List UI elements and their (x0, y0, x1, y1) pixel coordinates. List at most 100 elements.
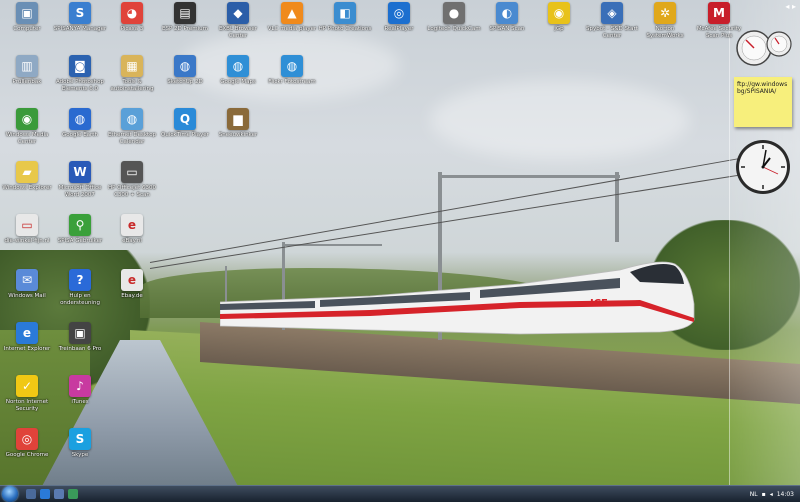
catenary-crossbar (438, 175, 620, 178)
desktop-icon[interactable]: ◕ Picasa 3 (105, 2, 159, 33)
clock[interactable]: 14:03 (777, 491, 794, 498)
hp-photo-icon: ◧ (334, 2, 356, 24)
language-indicator[interactable]: NL (750, 491, 758, 498)
desktop-icon[interactable]: ▲ VLC media player (265, 2, 319, 33)
desktop-icon[interactable]: ◆ EXBL Browser Center (211, 2, 265, 39)
start-button[interactable] (2, 486, 18, 502)
desktop-icon-label: Microsoft Office Word 2007 (58, 185, 102, 198)
desktop-icon[interactable]: ▭ die-winkel-fijn.nl (0, 214, 54, 245)
desktop-icon-label: SPISA Gebruiker (57, 238, 103, 244)
desktop-icon[interactable]: ◍ SketchUp 2D (158, 55, 212, 86)
desktop-icon-label: eBay.nl (122, 238, 142, 244)
desktop-icon[interactable]: ▰ Windows Explorer (0, 161, 54, 192)
desktop-icon-label: HP Officejet 6300 C300 + Scan (107, 185, 157, 198)
skype-icon: S (69, 428, 91, 450)
desktop-icon[interactable]: S SPISANYA Manager (53, 2, 107, 33)
desktop-icon[interactable]: ◎ Google Chrome (0, 428, 54, 459)
desktop-icon[interactable]: ▦ Tools & autoinstallering (105, 55, 159, 92)
search-user-icon: ⚲ (69, 214, 91, 236)
desktop-icon-label: ESP 2D Premium (162, 26, 208, 32)
desktop-icon-label: Picasa 3 (120, 26, 144, 32)
desktop-icon[interactable]: ◈ Spybot - S&D Start Center (585, 2, 639, 39)
desktop-icon[interactable]: e Internet Explorer (0, 322, 54, 353)
desktop-icon[interactable]: ◍ Google Maps (211, 55, 265, 86)
desktop-icon-label: Computer (13, 26, 41, 32)
desktop-icon-label: Prullenbak (12, 79, 42, 85)
ebay-icon: e (121, 214, 143, 236)
desktop-icon-label: Norton SystemWorks (646, 26, 684, 39)
computer-icon: ▣ (16, 2, 38, 24)
desktop-icon[interactable]: e Ebay.de (105, 269, 159, 300)
desktop-icon-label: VLC media player (267, 26, 317, 32)
system-tray: NL ▪ ◂ 14:03 (750, 486, 800, 502)
desktop-icon-label: Windows Media Center (5, 132, 49, 145)
desktop-icon[interactable]: ● Logitech QuickCam (427, 2, 481, 33)
desktop-icon[interactable]: ◍ Google Earth (53, 108, 107, 139)
clock-gadget[interactable] (734, 138, 792, 196)
desktop-icon[interactable]: W Microsoft Office Word 2007 (53, 161, 107, 198)
desktop-icon[interactable]: ◎ RealPlayer (372, 2, 426, 33)
taskbar: NL ▪ ◂ 14:03 (0, 485, 800, 502)
media-center-icon: ◉ (16, 108, 38, 130)
desktop-icon-label: Sneeuwkinker (218, 132, 258, 138)
volume-icon[interactable]: ◂ (770, 491, 773, 498)
desktop-icon[interactable]: ⚲ SPISA Gebruiker (53, 214, 107, 245)
desktop-icon[interactable]: ◉ jGp (532, 2, 586, 33)
desktop-icon[interactable]: ✲ Norton SystemWorks (638, 2, 692, 39)
switch-windows-icon[interactable] (54, 489, 64, 499)
desktop-icon[interactable]: ◙ Adobe Photoshop Elements 6.0 (53, 55, 107, 92)
desktop-icon-label: Google Chrome (5, 452, 49, 458)
desktop-icon-label: Logitech QuickCam (427, 26, 481, 32)
desktop-icon-label: Skype (71, 452, 89, 458)
desktop-icon[interactable]: ▤ ESP 2D Premium (158, 2, 212, 33)
printer-icon: ▭ (121, 161, 143, 183)
desktop-icon[interactable]: ◍ Ethernet Desktop Calendar (105, 108, 159, 145)
desktop-icon-label: Treinbaan 6 Pro (58, 346, 102, 352)
desktop-icon-label: Internet Explorer (3, 346, 51, 352)
ie-quicklaunch-icon[interactable] (40, 489, 50, 499)
windows-mail-icon: ✉ (16, 269, 38, 291)
desktop-icon[interactable]: ▥ Prullenbak (0, 55, 54, 86)
desktop-icon[interactable]: ◉ Windows Media Center (0, 108, 54, 145)
desktop-icon[interactable]: Q QuickTime Player (158, 108, 212, 139)
desktop-icon[interactable]: ▆ Sneeuwkinker (211, 108, 265, 139)
desktop-icon[interactable]: ◍ Flickr Fotostream (265, 55, 319, 86)
desktop-icon[interactable]: ? Hulp en ondersteuning (53, 269, 107, 306)
help-icon: ? (69, 269, 91, 291)
desktop-icon[interactable]: ▭ HP Officejet 6300 C300 + Scan (105, 161, 159, 198)
desktop-icon[interactable]: S Skype (53, 428, 107, 459)
desktop-icon[interactable]: ◐ SPISAN Scan (480, 2, 534, 33)
windows-explorer-icon: ▰ (16, 161, 38, 183)
desktop-icon[interactable]: ♪ iTunes (53, 375, 107, 406)
realplayer-icon: ◎ (388, 2, 410, 24)
browser-center-icon: ◆ (227, 2, 249, 24)
media-player-icon[interactable] (68, 489, 78, 499)
desktop-icon-label: SPISAN Scan (489, 26, 525, 32)
desktop-icon[interactable]: ◧ HP Photo Creations (318, 2, 372, 33)
cpu-meter-gadget[interactable] (734, 30, 794, 66)
show-desktop-icon[interactable] (26, 489, 36, 499)
catenary-mast (615, 172, 619, 242)
chrome-icon: ◎ (16, 428, 38, 450)
desktop-icon-label: Google Earth (62, 132, 98, 138)
desktop-icon[interactable]: ▣ Treinbaan 6 Pro (53, 322, 107, 353)
desktop-icon[interactable]: ▣ Computer (0, 2, 54, 33)
notes-gadget[interactable]: ftp://gw.windowsbg/SPISANIA/ (734, 77, 792, 127)
gadget-toggle-arrows[interactable]: ◂ ▸ (762, 2, 796, 14)
scan-icon: ◐ (496, 2, 518, 24)
itunes-icon: ♪ (69, 375, 91, 397)
desktop-icon[interactable]: e eBay.nl (105, 214, 159, 245)
sketchup-icon: ◍ (174, 55, 196, 77)
desktop-icon[interactable]: ✓ Norton Internet Security (0, 375, 54, 412)
tools-icon: ▦ (121, 55, 143, 77)
quicktime-icon: Q (174, 108, 196, 130)
ice-train: ICE (220, 261, 695, 335)
vlc-icon: ▲ (281, 2, 303, 24)
globe-icon-2: ◍ (281, 55, 303, 77)
desktop[interactable]: ICE ▣ Computer S SPISANYA Manager ◕ Picasa 3 ▤… (0, 0, 800, 485)
calendar-globe-icon: ◍ (121, 108, 143, 130)
norton-icon: ✓ (16, 375, 38, 397)
network-icon[interactable]: ▪ (762, 491, 766, 498)
desktop-icon-label: Flickr Fotostream (268, 79, 316, 85)
desktop-icon[interactable]: ✉ Windows Mail (0, 269, 54, 300)
